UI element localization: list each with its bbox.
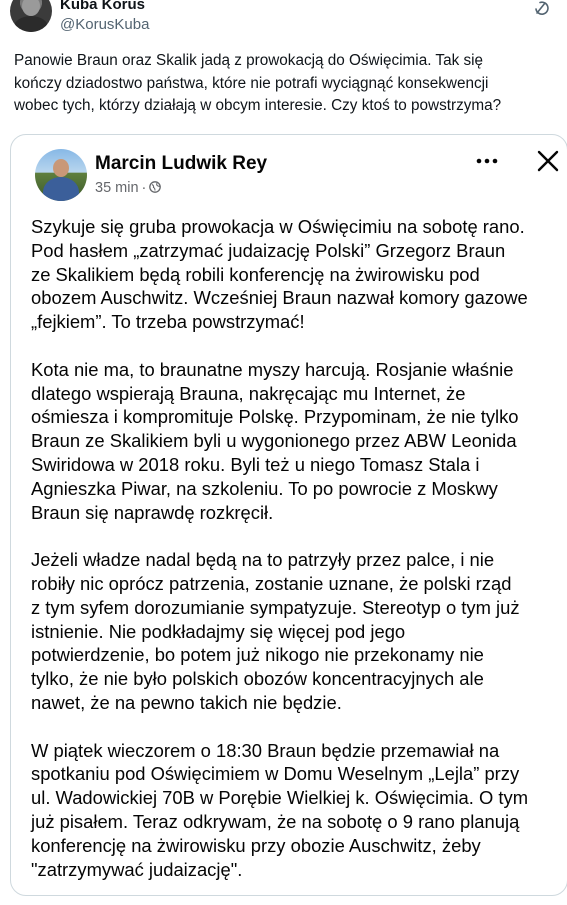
post-paragraph: Kota nie ma, to braunatne myszy harcują.…: [31, 358, 519, 523]
tweet-text: Panowie Braun oraz Skalik jadą z prowoka…: [14, 52, 502, 114]
avatar[interactable]: [35, 149, 87, 201]
more-icon[interactable]: [475, 156, 499, 166]
post-paragraph: W piątek wieczorem o 18:30 Braun będzie …: [31, 739, 529, 880]
post-timestamp[interactable]: 35 min ·: [95, 180, 162, 196]
globe-icon: [149, 181, 162, 193]
separator: ·: [141, 180, 147, 196]
author-name[interactable]: Kuba Korus: [60, 0, 145, 13]
tweet-header: Kuba Korus @KorusKuba: [0, 0, 567, 40]
quoted-author-name[interactable]: Marcin Ludwik Rey: [95, 153, 267, 175]
avatar[interactable]: [10, 0, 52, 32]
post-time: 35 min: [95, 180, 139, 196]
post-paragraph: Jeżeli władze nadal będą na to patrzyły …: [31, 549, 520, 713]
author-handle[interactable]: @KorusKuba: [60, 16, 149, 33]
grok-icon[interactable]: [533, 0, 551, 16]
close-icon[interactable]: [536, 149, 560, 173]
quoted-post-card[interactable]: Marcin Ludwik Rey 35 min · Szykuje się gr…: [10, 134, 567, 896]
quoted-post-body: Szykuje się gruba prowokacja w Oświęcimi…: [31, 215, 567, 905]
post-paragraph: Szykuje się gruba prowokacja w Oświęcimi…: [31, 216, 528, 333]
